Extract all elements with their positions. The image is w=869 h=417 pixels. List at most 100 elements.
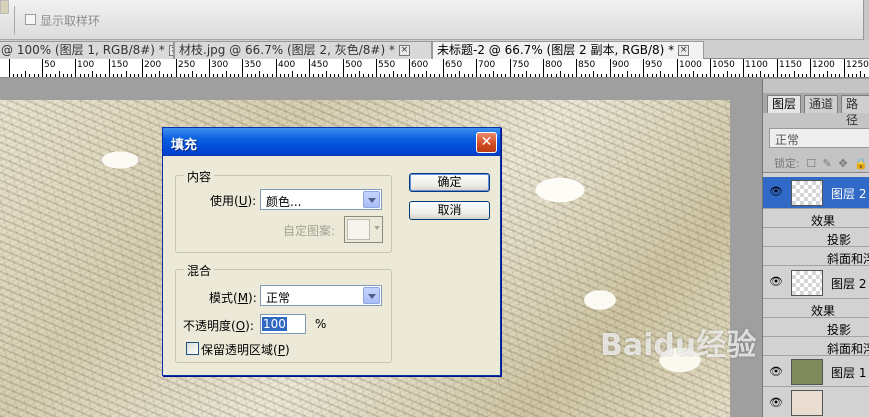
ruler-tick <box>764 74 765 77</box>
ruler-label: 50 <box>44 60 56 70</box>
ruler-tick <box>334 74 335 77</box>
layer-effects-row[interactable]: 效果 <box>763 300 869 318</box>
ruler-tick <box>326 71 327 77</box>
preserve-transparency-checkbox[interactable] <box>186 342 199 355</box>
ruler-tick <box>46 74 47 77</box>
doc-tab-1[interactable]: @ 100% (图层 1, RGB/8#) *× <box>0 41 174 59</box>
lock-all-icon[interactable]: 🔒 <box>854 157 868 170</box>
ruler-tick <box>167 74 168 77</box>
cancel-button[interactable]: 取消 <box>409 201 490 220</box>
ruler-tick <box>631 74 632 77</box>
ruler-tick <box>852 74 853 77</box>
ruler-label: 1100 <box>745 60 768 70</box>
lock-position-icon[interactable]: ✥ <box>838 157 847 170</box>
ruler-tick <box>343 59 344 77</box>
doc-tab-2[interactable]: 材枝.jpg @ 66.7% (图层 2, 灰色/8#) * × <box>174 41 432 59</box>
layer-effects-row[interactable]: 效果 <box>763 210 869 228</box>
opacity-unit: % <box>315 317 327 331</box>
ruler-tick <box>205 74 206 77</box>
doc-tab-label: 材枝.jpg @ 66.7% (图层 2, 灰色/8#) * <box>179 43 395 57</box>
layer-effect-item[interactable]: 投影 <box>763 229 869 247</box>
ruler-tick <box>318 74 319 77</box>
eye-icon[interactable]: 👁 <box>769 185 783 198</box>
ruler-tick <box>430 74 431 77</box>
chevron-down-icon[interactable] <box>363 287 380 304</box>
ruler-tick <box>564 74 565 77</box>
ruler-tick <box>288 74 289 77</box>
layer-row[interactable]: 👁 <box>763 388 869 417</box>
chevron-down-icon[interactable] <box>363 191 380 208</box>
ruler-tick <box>151 74 152 77</box>
chevron-down-icon <box>374 226 380 230</box>
ruler-tick <box>100 74 101 77</box>
ruler-tick <box>351 74 352 77</box>
ruler-tick <box>238 74 239 77</box>
ruler-tick <box>748 74 749 77</box>
ruler-tick <box>50 74 51 77</box>
ruler-tick <box>693 71 694 77</box>
ruler-tick <box>59 71 60 77</box>
doc-tab-label: @ 100% (图层 1, RGB/8#) * <box>1 43 165 57</box>
doc-tab-3[interactable]: 未标题-2 @ 66.7% (图层 2 副本, RGB/8) * × <box>432 41 704 59</box>
layer-effect-item[interactable]: 投影 <box>763 319 869 337</box>
tab-paths[interactable]: 路径 <box>841 95 869 127</box>
eye-icon[interactable]: 👁 <box>769 275 783 288</box>
ruler-tick <box>67 74 68 77</box>
ruler-tick <box>839 74 840 77</box>
ruler-tick <box>29 74 30 77</box>
mode-dropdown[interactable]: 正常 <box>260 285 382 306</box>
layer-row[interactable]: 👁 图层 2 <box>763 267 869 299</box>
ruler-tick <box>121 74 122 77</box>
close-icon[interactable]: × <box>678 45 690 56</box>
eye-icon[interactable]: 👁 <box>769 365 783 378</box>
ruler-tick <box>75 59 76 77</box>
ruler-tick <box>180 74 181 77</box>
lock-image-icon[interactable]: ✎ <box>823 157 832 170</box>
ruler-tick <box>309 59 310 77</box>
ruler-tick <box>146 74 147 77</box>
horizontal-ruler[interactable]: 50 100 150 200 250 300 350 400 450 500 550 600 650 70… <box>0 59 869 78</box>
tool-preset-swatch[interactable] <box>0 0 9 14</box>
use-dropdown[interactable]: 颜色... <box>260 189 382 210</box>
ruler-label: 850 <box>578 60 596 70</box>
layer-blend-mode-dropdown[interactable]: 正常 <box>769 128 869 148</box>
close-icon[interactable]: ✕ <box>476 132 497 153</box>
tab-channels[interactable]: 通道 <box>804 95 839 113</box>
ruler-tick <box>363 74 364 77</box>
opacity-input[interactable]: 100 <box>260 314 306 334</box>
ruler-tick <box>543 59 544 77</box>
ruler-tick <box>668 74 669 77</box>
tab-layers[interactable]: 图层 <box>767 95 802 113</box>
ruler-tick <box>697 74 698 77</box>
options-separator <box>14 6 15 34</box>
ruler-label: 600 <box>411 60 429 70</box>
ok-button[interactable]: 确定 <box>409 173 490 192</box>
ruler-label: 1250 <box>846 60 869 70</box>
ruler-tick <box>192 71 193 77</box>
ruler-tick <box>330 74 331 77</box>
close-icon[interactable]: × <box>398 45 410 56</box>
layer-name: 图层 2 <box>831 277 867 291</box>
ruler-tick <box>213 74 214 77</box>
ruler-tick <box>501 74 502 77</box>
eye-icon[interactable]: 👁 <box>769 396 783 409</box>
layer-effect-item[interactable]: 斜面和浮雕 <box>763 338 869 356</box>
dialog-titlebar[interactable]: 填充 ✕ <box>163 128 500 156</box>
ruler-tick <box>597 74 598 77</box>
show-sampling-ring-checkbox[interactable] <box>25 14 36 25</box>
ruler-tick <box>614 74 615 77</box>
layer-row[interactable]: 👁 图层 1 副本 <box>763 357 869 387</box>
layer-row[interactable]: 👁 图层 2 副本 <box>763 177 869 209</box>
ruler-tick <box>814 74 815 77</box>
ruler-label: 1200 <box>812 60 835 70</box>
ruler-tick <box>359 71 360 77</box>
layer-effect-item[interactable]: 斜面和浮雕 <box>763 248 869 266</box>
ruler-tick <box>530 74 531 77</box>
ruler-label: 800 <box>545 60 563 70</box>
effect-name: 斜面和浮雕 <box>827 252 869 266</box>
lock-transparent-icon[interactable]: ☐ <box>806 157 816 170</box>
ruler-tick <box>292 71 293 77</box>
ruler-label: 100 <box>77 60 95 70</box>
ruler-tick <box>635 74 636 77</box>
ruler-tick <box>547 74 548 77</box>
